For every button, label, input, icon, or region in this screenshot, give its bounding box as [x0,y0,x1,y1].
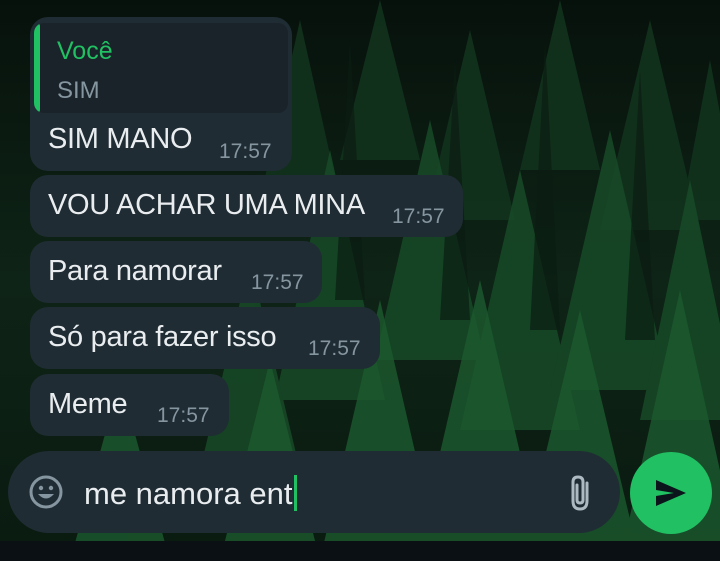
emoji-icon[interactable] [28,474,64,510]
message-time: 17:57 [219,140,272,163]
message-bubble[interactable]: Para namorar 17:57 [30,241,322,303]
navigation-bar [0,541,720,561]
message-text: VOU ACHAR UMA MINA [48,189,365,221]
message-bubble[interactable]: Meme 17:57 [30,374,229,436]
text-caret [293,475,297,511]
message-input[interactable]: me namora ent [84,475,297,512]
quote-accent-bar [34,23,40,113]
paperclip-icon[interactable] [565,473,595,513]
message-time: 17:57 [251,271,304,294]
quoted-message[interactable]: Você SIM [34,23,288,113]
message-time: 17:57 [308,337,361,360]
quote-text: SIM [57,77,100,104]
message-bubble[interactable]: VOU ACHAR UMA MINA 17:57 [30,175,463,237]
message-text: Só para fazer isso [48,321,277,353]
message-input-value: me namora ent [84,476,293,511]
message-time: 17:57 [392,205,445,228]
send-icon [653,477,689,509]
message-bubble-reply[interactable]: Você SIM SIM MANO 17:57 [30,17,292,171]
message-text: SIM MANO [48,123,193,155]
message-text: Meme [48,388,128,420]
message-composer[interactable]: me namora ent [8,451,620,533]
send-button[interactable] [630,452,712,534]
quote-author: Você [57,37,113,65]
message-time: 17:57 [157,404,210,427]
message-bubble[interactable]: Só para fazer isso 17:57 [30,307,380,369]
message-text: Para namorar [48,255,222,287]
